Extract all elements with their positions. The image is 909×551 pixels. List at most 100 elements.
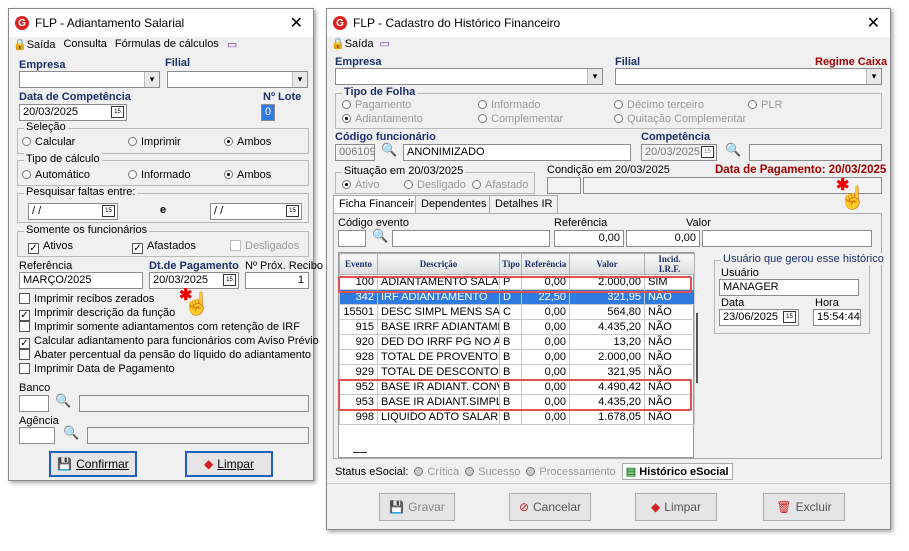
table-row[interactable]: 928 TOTAL DE PROVENTOS B 0,00 2.000,00 NÃO — [339, 349, 695, 365]
radio-afastado[interactable]: Afastado — [472, 179, 528, 191]
tipo-folha-group: Tipo de Folha Pagamento Informado Décimo… — [335, 86, 882, 129]
grid-header-cell[interactable]: Incid. I.R.F. — [644, 253, 695, 275]
clear-button[interactable]: ◆ Limpar — [185, 451, 273, 477]
cancel-button[interactable]: ⊘ Cancelar — [509, 493, 591, 521]
option-imprimir-zerados[interactable]: Imprimir recibos zerados — [19, 293, 154, 305]
radio-desligado[interactable]: Desligado — [404, 179, 466, 191]
data-label: Data — [721, 297, 745, 309]
lote-label: Nº Lote — [263, 91, 302, 103]
table-row[interactable]: 915BASE IRRF ADIANTAME...B0,004.435,20NÃ… — [339, 319, 695, 335]
clear-button[interactable]: ◆ Limpar — [635, 493, 717, 521]
menu-exit[interactable]: 🔒Saída — [13, 38, 55, 51]
calendar-icon[interactable]: 15 — [286, 205, 299, 217]
check-afastados[interactable]: ✓ Afastados — [132, 240, 196, 254]
faltas-from-input[interactable]: / /15 — [28, 203, 118, 220]
table-cell: 0,00 — [521, 409, 570, 425]
calendar-icon[interactable]: 15 — [783, 311, 796, 323]
cod-func-input[interactable]: 006109 — [335, 144, 375, 161]
banco-code-input[interactable] — [19, 395, 49, 412]
radio-informado[interactable]: Informado — [478, 99, 541, 111]
grid-header-cell[interactable]: Evento — [339, 253, 378, 275]
option-imprimir-data-pagamento[interactable]: Imprimir Data de Pagamento — [19, 363, 175, 375]
radio-ambos[interactable]: Ambos — [224, 136, 271, 148]
table-row[interactable]: 929 TOTAL DE DESCONTOS B 0,00 321,95 NÃO — [339, 364, 695, 380]
table-cell: 928 — [339, 349, 378, 365]
dt-pagamento-input[interactable]: 20/03/2025 15 — [149, 272, 239, 289]
filial-select[interactable] — [167, 71, 308, 88]
option-retencao-irf[interactable]: Imprimir somente adiantamentos com reten… — [19, 321, 300, 333]
historico-esocial-button[interactable]: ▤ Histórico eSocial — [621, 463, 733, 480]
grid-scrollbar[interactable] — [696, 313, 698, 383]
close-icon[interactable]: ✕ — [867, 13, 880, 33]
eraser-icon: ◆ — [204, 457, 214, 471]
table-cell: NÃO — [644, 319, 695, 335]
table-row[interactable]: 15501DESC SIMPL MENS SAL...C0,00564,80NÃ… — [339, 304, 695, 320]
radio-decimo-terceiro[interactable]: Décimo terceiro — [614, 99, 704, 111]
filial-select[interactable] — [615, 68, 882, 85]
radio-ativo[interactable]: Ativo — [342, 179, 379, 191]
search-competencia-icon[interactable]: 🔍 — [725, 142, 741, 158]
dt-pagamento-label: Dt.de Pagamento — [149, 260, 239, 272]
somente-title: Somente os funcionários — [24, 224, 150, 236]
option-pensao[interactable]: Abater percentual da pensão do líquido d… — [19, 349, 311, 361]
highlight-box-100 — [338, 276, 692, 293]
prox-recibo-input[interactable]: 1 — [245, 272, 309, 289]
radio-informado[interactable]: Informado — [128, 169, 191, 181]
faltas-group: Pesquisar faltas entre: / /15 e / /15 — [17, 186, 309, 223]
cod-evento-input[interactable] — [338, 230, 366, 247]
check-desligados[interactable]: Desligados — [230, 240, 299, 252]
table-cell: 0,00 — [521, 319, 570, 335]
radio-pagamento[interactable]: Pagamento — [342, 99, 411, 111]
menu-query[interactable]: Consulta — [63, 38, 106, 50]
calendar-icon[interactable]: 15 — [701, 146, 714, 158]
radio-imprimir[interactable]: Imprimir — [128, 136, 181, 148]
radio-ambos-calculo[interactable]: Ambos — [224, 169, 271, 181]
table-row[interactable]: 920DED DO IRRF PG NO AD...B0,0013,20NÃO — [339, 334, 695, 350]
search-func-icon[interactable]: 🔍 — [381, 142, 397, 158]
table-cell: NÃO — [644, 304, 695, 320]
save-icon: 💾 — [389, 500, 405, 514]
grid-header-cell[interactable]: Referência — [521, 253, 570, 275]
tab-dependentes[interactable]: Dependentes — [415, 195, 493, 213]
calendar-icon[interactable]: 15 — [111, 106, 124, 118]
agencia-code-input[interactable] — [19, 427, 55, 444]
radio-quitacao-complementar[interactable]: Quitação Complementar — [614, 113, 746, 125]
competencia-input[interactable]: 20/03/2025 15 — [641, 144, 717, 161]
option-descricao-funcao[interactable]: ✓ Imprimir descrição da função — [19, 307, 175, 321]
monitor-icon[interactable]: ▭ — [379, 37, 389, 50]
save-button[interactable]: 💾 Gravar — [379, 493, 455, 521]
table-row[interactable]: 998 LIQUIDO ADTO SALARIO B 0,00 1.678,05 NÃO — [339, 409, 695, 425]
valor-input[interactable]: 0,00 — [626, 230, 700, 247]
radio-complementar[interactable]: Complementar — [478, 113, 563, 125]
grid-header-cell[interactable]: Descrição — [377, 253, 500, 275]
option-aviso-previo[interactable]: ✓ Calcular adiantamento para funcionários… — [19, 335, 319, 349]
confirm-button[interactable]: 💾 Confirmar — [49, 451, 137, 477]
grid-header-cell[interactable]: Valor — [569, 253, 645, 275]
referencia-input[interactable]: 0,00 — [554, 230, 624, 247]
table-cell: 4.435,20 — [569, 319, 645, 335]
lote-input[interactable]: 0 — [261, 104, 275, 121]
radio-calcular[interactable]: Calcular — [22, 136, 75, 148]
dt-competencia-input[interactable]: 20/03/2025 15 — [19, 104, 127, 121]
monitor-icon[interactable]: ▭ — [227, 38, 237, 51]
faltas-to-input[interactable]: / /15 — [210, 203, 302, 220]
check-ativos[interactable]: ✓ Ativos — [28, 240, 73, 254]
tab-ficha-financeira[interactable]: Ficha Financeira — [333, 195, 427, 213]
close-icon[interactable]: ✕ — [290, 13, 303, 33]
radio-automatico[interactable]: Automático — [22, 169, 90, 181]
referencia-input[interactable]: MARÇO/2025 — [19, 272, 143, 289]
calendar-icon[interactable]: 15 — [223, 274, 236, 286]
radio-adiantamento[interactable]: Adiantamento — [342, 113, 423, 125]
calendar-icon[interactable]: 15 — [102, 205, 115, 217]
radio-plr[interactable]: PLR — [748, 99, 782, 111]
tab-detalhes-ir[interactable]: Detalhes IR — [489, 195, 559, 213]
search-banco-icon[interactable]: 🔍 — [55, 393, 71, 409]
menu-formulas[interactable]: Fórmulas de cálculos — [115, 38, 219, 50]
empresa-select[interactable] — [335, 68, 603, 85]
search-evento-icon[interactable]: 🔍 — [372, 228, 388, 244]
empresa-select[interactable] — [19, 71, 160, 88]
menu-exit[interactable]: 🔒Saída — [331, 37, 373, 50]
search-agencia-icon[interactable]: 🔍 — [63, 425, 79, 441]
grid-header-cell[interactable]: Tipo — [499, 253, 522, 275]
delete-button[interactable]: 🗑 Excluir — [763, 493, 845, 521]
